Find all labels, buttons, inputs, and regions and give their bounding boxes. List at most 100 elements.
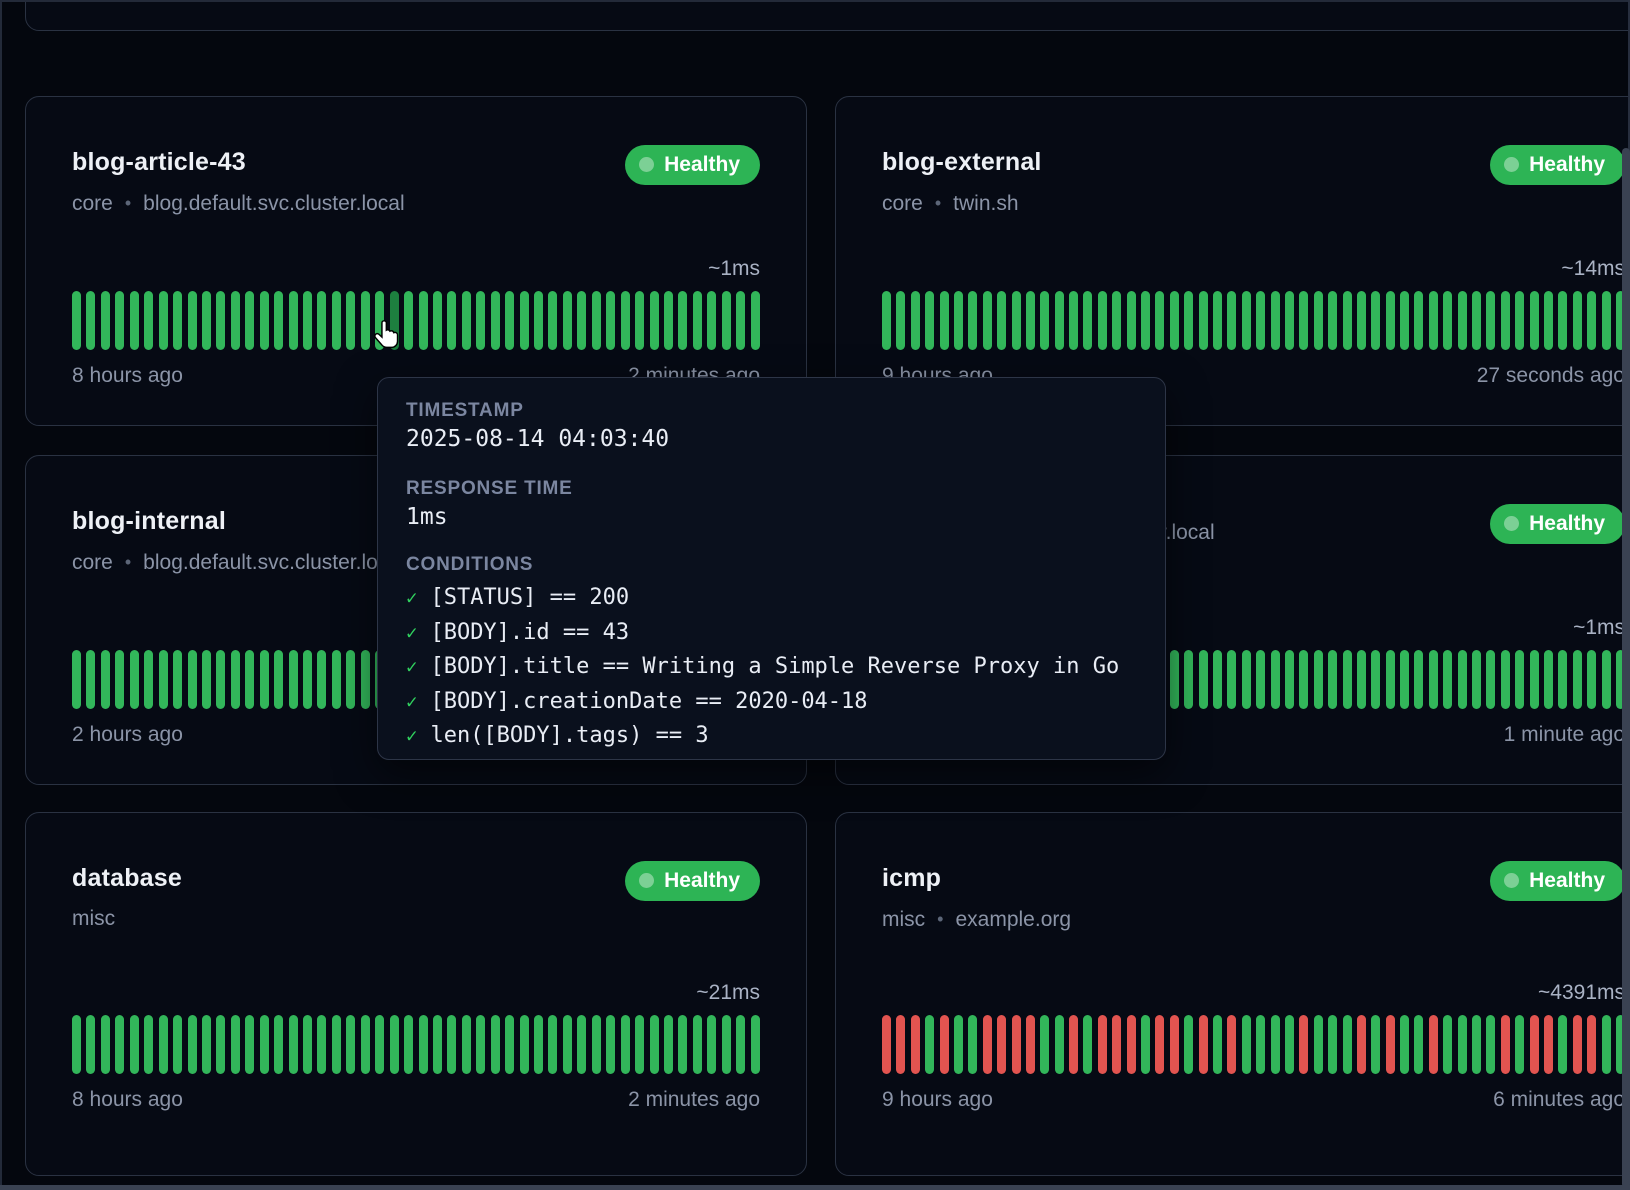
uptime-bar[interactable] [86,291,95,350]
uptime-bar[interactable] [404,291,413,350]
uptime-bar[interactable] [159,650,168,709]
uptime-bar[interactable] [1314,291,1323,350]
uptime-bar[interactable] [303,1015,312,1074]
uptime-bar[interactable] [130,650,139,709]
uptime-bar[interactable] [1213,1015,1222,1074]
uptime-bar[interactable] [1155,291,1164,350]
uptime-bar[interactable] [303,650,312,709]
uptime-bar[interactable] [188,650,197,709]
uptime-bar[interactable] [911,1015,920,1074]
uptime-bar[interactable] [1429,650,1438,709]
uptime-bar[interactable] [1184,650,1193,709]
uptime-bar[interactable] [144,291,153,350]
uptime-bar[interactable] [144,650,153,709]
uptime-bar[interactable] [260,291,269,350]
uptime-bar[interactable] [361,1015,370,1074]
uptime-bar[interactable] [1357,1015,1366,1074]
uptime-bar[interactable] [462,291,471,350]
uptime-bar[interactable] [332,650,341,709]
uptime-bar[interactable] [707,1015,716,1074]
uptime-bar[interactable] [1170,291,1179,350]
uptime-bar[interactable] [1343,650,1352,709]
uptime-bar[interactable] [650,291,659,350]
uptime-bar[interactable] [274,291,283,350]
uptime-bar[interactable] [592,291,601,350]
uptime-bar[interactable] [751,1015,760,1074]
uptime-bar[interactable] [1400,291,1409,350]
uptime-bar[interactable] [1199,650,1208,709]
uptime-bar[interactable] [925,291,934,350]
uptime-bars[interactable] [882,1015,1625,1074]
uptime-bar[interactable] [997,291,1006,350]
uptime-bar[interactable] [983,1015,992,1074]
uptime-bar[interactable] [1155,1015,1164,1074]
uptime-bar[interactable] [1400,1015,1409,1074]
uptime-bar[interactable] [86,1015,95,1074]
uptime-bar[interactable] [159,1015,168,1074]
uptime-bar[interactable] [1587,1015,1596,1074]
uptime-bar[interactable] [1515,1015,1524,1074]
uptime-bar[interactable] [216,291,225,350]
uptime-bar[interactable] [260,1015,269,1074]
uptime-bar[interactable] [1458,291,1467,350]
uptime-bar[interactable] [231,1015,240,1074]
uptime-bar[interactable] [577,1015,586,1074]
uptime-bar[interactable] [361,650,370,709]
uptime-bar[interactable] [202,291,211,350]
uptime-bar[interactable] [563,1015,572,1074]
uptime-bars[interactable] [72,291,760,350]
uptime-bar[interactable] [548,291,557,350]
uptime-bar[interactable] [1112,291,1121,350]
uptime-bar[interactable] [1227,650,1236,709]
uptime-bar[interactable] [1141,1015,1150,1074]
uptime-bar[interactable] [1012,1015,1021,1074]
horizontal-scrollbar-thumb[interactable] [0,1185,1630,1190]
uptime-bar[interactable] [1040,291,1049,350]
uptime-bar[interactable] [722,1015,731,1074]
uptime-bar[interactable] [1083,1015,1092,1074]
uptime-bar[interactable] [1141,291,1150,350]
uptime-bar[interactable] [72,291,81,350]
uptime-bar[interactable] [419,291,428,350]
uptime-bar[interactable] [968,291,977,350]
uptime-bar[interactable] [678,1015,687,1074]
uptime-bar[interactable] [1328,1015,1337,1074]
uptime-bar[interactable] [1069,1015,1078,1074]
uptime-bar[interactable] [548,1015,557,1074]
uptime-bar[interactable] [1486,650,1495,709]
uptime-bar[interactable] [1242,291,1251,350]
uptime-bar[interactable] [925,1015,934,1074]
uptime-bar[interactable] [72,650,81,709]
uptime-bar[interactable] [332,291,341,350]
uptime-bar[interactable] [101,1015,110,1074]
uptime-bar[interactable] [1055,291,1064,350]
uptime-bar[interactable] [940,1015,949,1074]
uptime-bar[interactable] [1184,1015,1193,1074]
uptime-bar[interactable] [1429,1015,1438,1074]
uptime-bar[interactable] [1299,291,1308,350]
uptime-bar[interactable] [159,291,168,350]
uptime-bar[interactable] [1602,1015,1611,1074]
uptime-bar[interactable] [1501,1015,1510,1074]
uptime-bar[interactable] [1400,650,1409,709]
uptime-bar[interactable] [1285,291,1294,350]
uptime-bar[interactable] [896,291,905,350]
uptime-bar[interactable] [433,1015,442,1074]
uptime-bar[interactable] [1285,1015,1294,1074]
vertical-scrollbar-thumb[interactable] [1622,148,1630,1188]
uptime-bar[interactable] [1472,1015,1481,1074]
uptime-bar[interactable] [476,291,485,350]
uptime-bar[interactable] [722,291,731,350]
uptime-bar[interactable] [635,1015,644,1074]
uptime-bar[interactable] [1602,291,1611,350]
uptime-bar[interactable] [505,291,514,350]
uptime-bar[interactable] [1443,650,1452,709]
uptime-bar[interactable] [1371,650,1380,709]
uptime-bar[interactable] [216,650,225,709]
uptime-bar[interactable] [1371,1015,1380,1074]
uptime-bar[interactable] [1213,650,1222,709]
uptime-bar[interactable] [707,291,716,350]
uptime-bar[interactable] [245,291,254,350]
uptime-bar[interactable] [404,1015,413,1074]
uptime-bar[interactable] [289,650,298,709]
